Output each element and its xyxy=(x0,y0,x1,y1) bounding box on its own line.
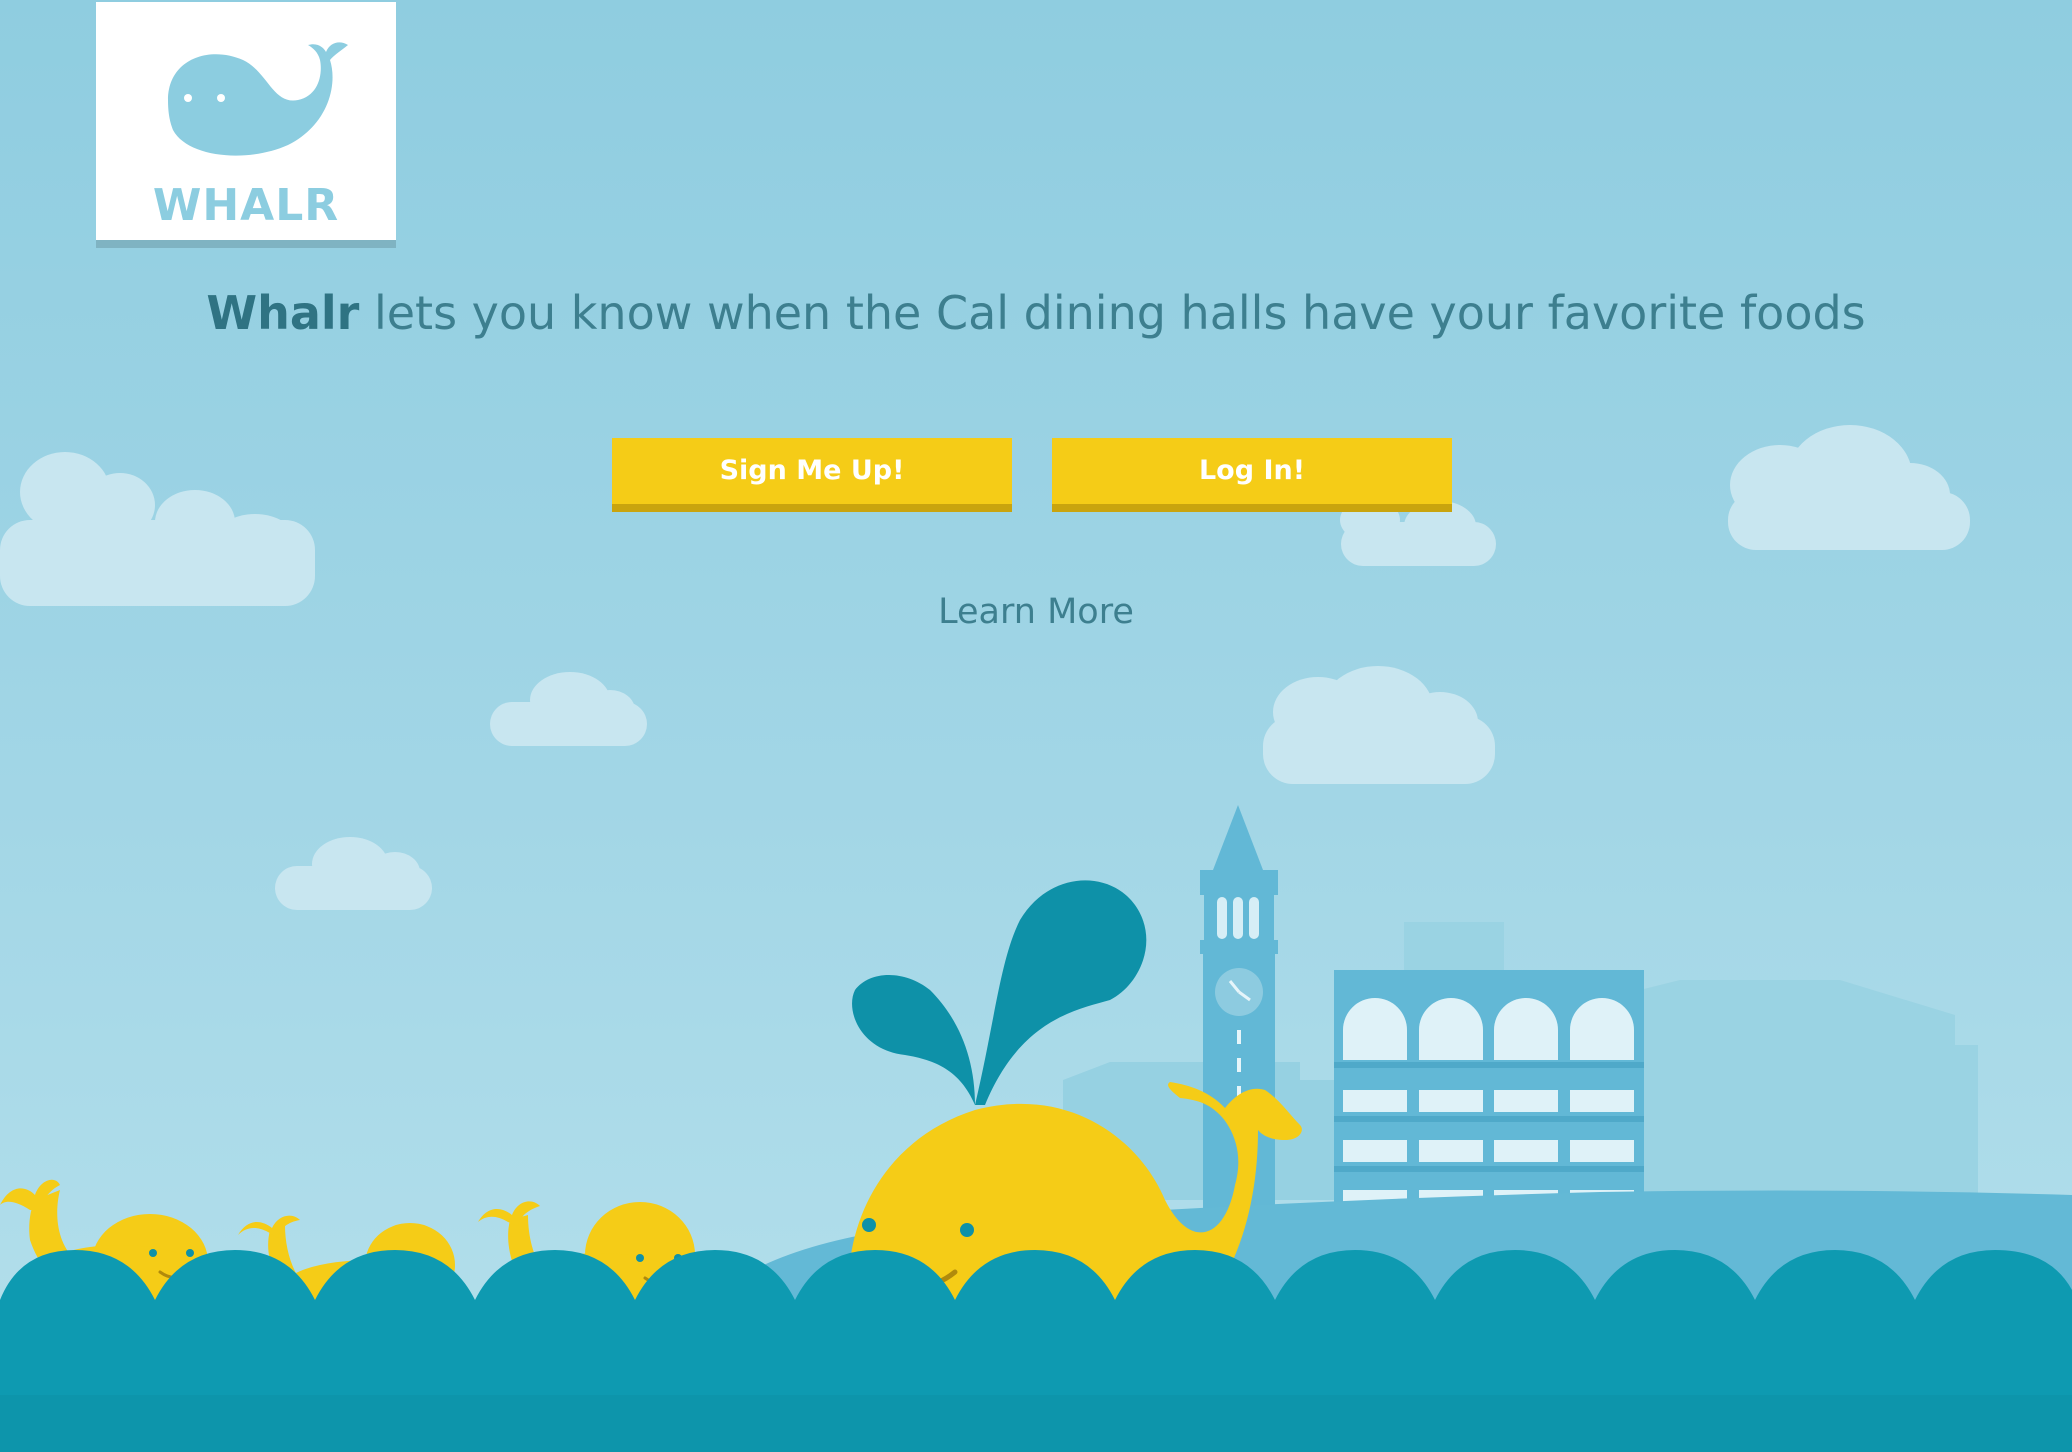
tagline-text: lets you know when the Cal dining halls … xyxy=(359,286,1866,340)
cloud-small-1 xyxy=(490,672,647,746)
whale-icon xyxy=(168,42,348,156)
cloud-left xyxy=(0,452,315,606)
login-button[interactable]: Log In! xyxy=(1052,438,1452,512)
cloud-small-2 xyxy=(275,837,432,910)
campus-buildings xyxy=(1063,805,1978,1214)
tagline: Whalr lets you know when the Cal dining … xyxy=(0,286,2072,340)
logo-text: WHALR xyxy=(152,180,340,231)
logo[interactable]: WHALR xyxy=(96,2,396,248)
library-building xyxy=(1334,970,1644,1210)
signup-button[interactable]: Sign Me Up! xyxy=(612,438,1012,512)
cloud-center xyxy=(1263,666,1495,784)
learn-more-link[interactable]: Learn More xyxy=(0,592,2072,632)
tagline-brand: Whalr xyxy=(206,286,360,340)
cloud-right xyxy=(1728,425,1970,550)
